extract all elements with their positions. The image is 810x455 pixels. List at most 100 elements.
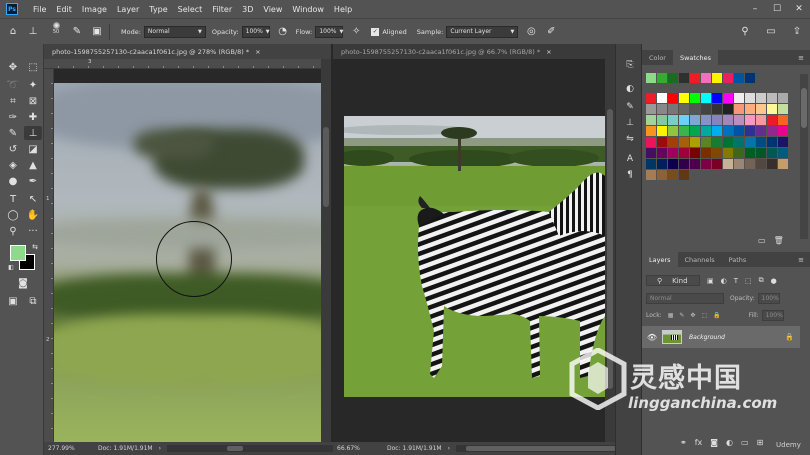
- lock-artboard-icon[interactable]: ⬚: [701, 312, 707, 319]
- menu-view[interactable]: View: [258, 5, 287, 14]
- color-swatch[interactable]: [690, 137, 700, 147]
- color-swatch[interactable]: [767, 115, 777, 125]
- color-swatch[interactable]: [723, 159, 733, 169]
- clone-stamp-tool-icon[interactable]: ⊥: [24, 126, 42, 140]
- crop-tool-icon[interactable]: ⌗: [4, 94, 22, 108]
- dodge-tool-icon[interactable]: ●: [4, 174, 22, 188]
- color-swatch[interactable]: [756, 126, 766, 136]
- aligned-checkbox[interactable]: ✓: [371, 27, 380, 36]
- recent-swatch[interactable]: [668, 73, 678, 83]
- close-icon[interactable]: ×: [255, 48, 260, 56]
- horizontal-scrollbar-left[interactable]: [167, 445, 333, 452]
- default-colors-icon[interactable]: ◧: [2, 260, 20, 274]
- color-swatch[interactable]: [668, 137, 678, 147]
- lock-transparent-icon[interactable]: ▦: [668, 312, 674, 319]
- color-swatch[interactable]: [657, 104, 667, 114]
- history-brush-tool-icon[interactable]: ↺: [4, 142, 22, 156]
- opacity-field[interactable]: 100% ▼: [241, 25, 270, 38]
- color-swatch[interactable]: [723, 137, 733, 147]
- color-swatch[interactable]: [646, 159, 656, 169]
- color-swatch[interactable]: [756, 159, 766, 169]
- chevron-right-icon[interactable]: ›: [448, 445, 450, 452]
- blend-mode-dropdown[interactable]: Normal: [646, 293, 724, 304]
- mode-dropdown[interactable]: Normal ▼: [143, 25, 206, 38]
- color-swatch[interactable]: [657, 126, 667, 136]
- scrollbar-thumb[interactable]: [323, 127, 329, 207]
- color-swatch[interactable]: [668, 170, 678, 180]
- color-swatch[interactable]: [734, 148, 744, 158]
- home-icon[interactable]: ⌂: [6, 25, 20, 39]
- color-swatch[interactable]: [745, 93, 755, 103]
- path-selection-tool-icon[interactable]: ↖: [24, 192, 42, 206]
- color-swatch[interactable]: [646, 126, 656, 136]
- color-swatch[interactable]: [712, 137, 722, 147]
- fx-icon[interactable]: fx: [695, 438, 703, 447]
- brush-settings-icon[interactable]: ✎: [70, 25, 84, 39]
- recent-swatch[interactable]: [690, 73, 700, 83]
- recent-swatch[interactable]: [657, 73, 667, 83]
- share-icon[interactable]: ⇪: [790, 25, 804, 39]
- color-swatch[interactable]: [646, 93, 656, 103]
- layer-row-background[interactable]: 👁 Background 🔒: [642, 326, 800, 348]
- color-swatch[interactable]: [734, 104, 744, 114]
- color-swatch[interactable]: [778, 137, 788, 147]
- color-swatch[interactable]: [778, 148, 788, 158]
- adjustments-panel-icon[interactable]: ◐: [622, 82, 638, 96]
- color-swatch[interactable]: [690, 93, 700, 103]
- color-swatch[interactable]: [701, 93, 711, 103]
- pressure-size-icon[interactable]: ✐: [544, 25, 558, 39]
- frame-tool-icon[interactable]: ⊠: [24, 94, 42, 108]
- new-group-icon[interactable]: ▭: [758, 236, 766, 245]
- recent-swatch[interactable]: [679, 73, 689, 83]
- quick-mask-icon[interactable]: ◙: [14, 276, 32, 290]
- color-swatch[interactable]: [701, 159, 711, 169]
- tab-layers[interactable]: Layers: [642, 252, 678, 267]
- color-swatch[interactable]: [745, 137, 755, 147]
- zoom-tool-icon[interactable]: ⚲: [4, 224, 22, 238]
- color-swatch[interactable]: [701, 148, 711, 158]
- recent-swatch[interactable]: [745, 73, 755, 83]
- recent-swatch[interactable]: [646, 73, 656, 83]
- lock-pixels-icon[interactable]: ✎: [679, 312, 684, 319]
- swap-colors-icon[interactable]: ⇆: [26, 240, 44, 254]
- color-swatch[interactable]: [767, 126, 777, 136]
- menu-3d[interactable]: 3D: [237, 5, 258, 14]
- clone-stamp-preset-icon[interactable]: ⊥: [26, 25, 40, 39]
- character-panel-icon[interactable]: A: [622, 152, 638, 166]
- color-swatch[interactable]: [668, 93, 678, 103]
- color-swatch[interactable]: [745, 159, 755, 169]
- link-layers-icon[interactable]: ⚭: [680, 438, 687, 447]
- menu-help[interactable]: Help: [329, 5, 357, 14]
- color-swatch[interactable]: [668, 159, 678, 169]
- ignore-adjustment-layers-icon[interactable]: ◎: [524, 25, 538, 39]
- color-swatch[interactable]: [679, 170, 689, 180]
- scrollbar-thumb[interactable]: [801, 88, 807, 128]
- close-button[interactable]: ✕: [788, 4, 810, 14]
- color-swatch[interactable]: [646, 104, 656, 114]
- color-swatch[interactable]: [712, 93, 722, 103]
- recent-swatch[interactable]: [712, 73, 722, 83]
- color-swatch[interactable]: [679, 159, 689, 169]
- color-swatch[interactable]: [646, 170, 656, 180]
- menu-filter[interactable]: Filter: [207, 5, 237, 14]
- color-swatch[interactable]: [712, 115, 722, 125]
- color-swatch[interactable]: [679, 137, 689, 147]
- canvas-zoomed[interactable]: [54, 69, 321, 442]
- shape-filter-icon[interactable]: ⬚: [745, 277, 752, 285]
- color-swatch[interactable]: [712, 159, 722, 169]
- blur-tool-icon[interactable]: ▲: [24, 158, 42, 172]
- document-tab-1[interactable]: photo-1598755257130-c2aaca1f061c.jpg @ 2…: [44, 44, 331, 59]
- color-swatch[interactable]: [767, 137, 777, 147]
- vertical-scrollbar-left[interactable]: [321, 59, 331, 442]
- trash-icon[interactable]: 🗑: [774, 236, 784, 245]
- color-swatch[interactable]: [657, 115, 667, 125]
- color-swatch[interactable]: [690, 159, 700, 169]
- pen-tool-icon[interactable]: ✒: [24, 174, 42, 188]
- healing-brush-tool-icon[interactable]: ✚: [24, 110, 42, 124]
- color-swatch[interactable]: [745, 148, 755, 158]
- color-swatch[interactable]: [712, 148, 722, 158]
- pressure-opacity-icon[interactable]: ◔: [276, 25, 290, 39]
- color-swatch[interactable]: [734, 126, 744, 136]
- brush-preset-picker[interactable]: 50: [48, 21, 64, 42]
- layer-opacity-field[interactable]: 100%: [757, 293, 780, 304]
